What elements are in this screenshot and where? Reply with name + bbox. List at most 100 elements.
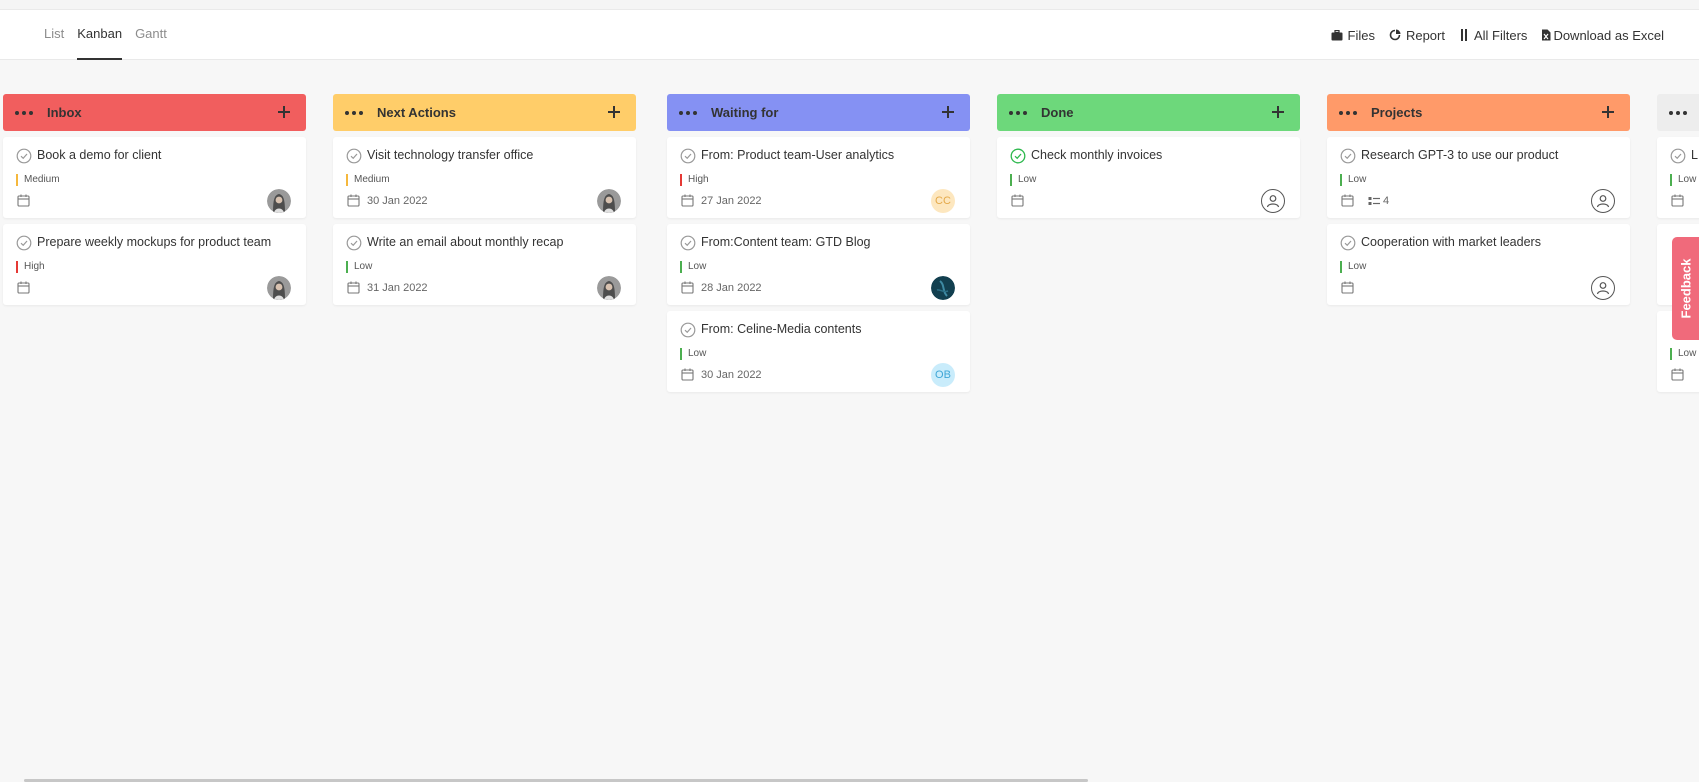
- toolbar-actions: Files Report All Filters Download as Exc…: [1317, 10, 1664, 60]
- calendar-icon[interactable]: [1011, 194, 1024, 207]
- card-title: Cooperation with market leaders: [1361, 235, 1541, 249]
- add-card-icon[interactable]: [275, 103, 293, 121]
- check-circle-icon[interactable]: [16, 148, 32, 164]
- calendar-icon[interactable]: [17, 281, 30, 294]
- calendar-icon[interactable]: [1671, 368, 1684, 381]
- card-title: From: Product team-User analytics: [701, 148, 895, 162]
- check-circle-icon[interactable]: [16, 235, 32, 251]
- subtask-count-value: 4: [1383, 194, 1390, 207]
- column-menu-icon[interactable]: [1339, 110, 1360, 115]
- card-title: Prepare weekly mockups for product team: [37, 235, 272, 249]
- column-header: Waiting for: [667, 94, 970, 131]
- user-placeholder-icon[interactable]: [1261, 189, 1285, 213]
- column-inbox: Inbox Book a demo for client Medium Prep…: [3, 94, 306, 305]
- add-card-icon[interactable]: [939, 103, 957, 121]
- card-title: L: [1691, 148, 1698, 162]
- calendar-icon[interactable]: [1341, 281, 1354, 294]
- add-card-icon[interactable]: [1599, 103, 1617, 121]
- task-card[interactable]: Research GPT-3 to use our product Low 4: [1327, 137, 1630, 218]
- card-footer: [17, 281, 37, 294]
- all-filters-button[interactable]: All Filters: [1459, 28, 1527, 43]
- task-card[interactable]: Write an email about monthly recap Low 3…: [333, 224, 636, 305]
- column-menu-icon[interactable]: [679, 110, 700, 115]
- card-title: From:Content team: GTD Blog: [701, 235, 871, 249]
- task-card[interactable]: Cooperation with market leaders Low: [1327, 224, 1630, 305]
- column-waiting-for: Waiting for From: Product team-User anal…: [667, 94, 970, 392]
- task-card[interactable]: Check monthly invoices Low: [997, 137, 1300, 218]
- column-menu-icon[interactable]: [1669, 110, 1690, 115]
- task-card[interactable]: Book a demo for client Medium: [3, 137, 306, 218]
- check-circle-icon[interactable]: [680, 235, 696, 251]
- calendar-icon[interactable]: [681, 281, 694, 294]
- card-title: Visit technology transfer office: [367, 148, 534, 162]
- priority-tag: Medium: [16, 174, 60, 186]
- priority-tag: Low: [1670, 174, 1696, 186]
- task-card[interactable]: Prepare weekly mockups for product team …: [3, 224, 306, 305]
- card-title: Research GPT-3 to use our product: [1361, 148, 1559, 162]
- subtask-list-icon: [1368, 196, 1380, 205]
- avatar[interactable]: [931, 276, 955, 300]
- column-title: Projects: [1371, 105, 1423, 120]
- toolbar: List Kanban Gantt Files Report All Filte…: [0, 10, 1699, 60]
- add-card-icon[interactable]: [1269, 103, 1287, 121]
- priority-tag: Low: [1670, 348, 1696, 360]
- subtask-count: 4: [1368, 195, 1389, 207]
- column-header: [1657, 94, 1699, 131]
- avatar-initials[interactable]: OB: [931, 363, 955, 387]
- calendar-icon[interactable]: [1671, 194, 1684, 207]
- tab-gantt[interactable]: Gantt: [135, 10, 167, 60]
- check-circle-icon[interactable]: [346, 235, 362, 251]
- check-circle-icon[interactable]: [680, 148, 696, 164]
- priority-tag: Medium: [346, 174, 390, 186]
- column-menu-icon[interactable]: [15, 110, 36, 115]
- card-footer: [1671, 194, 1691, 207]
- calendar-icon[interactable]: [347, 194, 360, 207]
- files-button[interactable]: Files: [1331, 28, 1375, 43]
- column-header: Inbox: [3, 94, 306, 131]
- download-excel-button[interactable]: Download as Excel: [1541, 28, 1664, 43]
- calendar-icon[interactable]: [681, 368, 694, 381]
- calendar-icon[interactable]: [681, 194, 694, 207]
- column-title: Next Actions: [377, 105, 456, 120]
- column-next-actions: Next Actions Visit technology transfer o…: [333, 94, 636, 305]
- calendar-icon[interactable]: [17, 194, 30, 207]
- download-excel-label: Download as Excel: [1553, 27, 1664, 43]
- avatar[interactable]: [267, 189, 291, 213]
- add-card-icon[interactable]: [605, 103, 623, 121]
- card-footer: 27 Jan 2022: [681, 194, 762, 207]
- check-circle-icon[interactable]: [1340, 148, 1356, 164]
- check-circle-icon[interactable]: [346, 148, 362, 164]
- card-title: From: Celine-Media contents: [701, 322, 862, 336]
- task-card[interactable]: Visit technology transfer office Medium …: [333, 137, 636, 218]
- column-menu-icon[interactable]: [345, 110, 366, 115]
- user-placeholder-icon[interactable]: [1591, 276, 1615, 300]
- report-button[interactable]: Report: [1389, 28, 1445, 43]
- priority-tag: Low: [1340, 174, 1366, 186]
- check-circle-done-icon[interactable]: [1010, 148, 1026, 164]
- report-label: Report: [1405, 27, 1445, 43]
- check-circle-icon[interactable]: [1670, 148, 1686, 164]
- column-menu-icon[interactable]: [1009, 110, 1030, 115]
- avatar[interactable]: [597, 276, 621, 300]
- user-placeholder-icon[interactable]: [1591, 189, 1615, 213]
- task-card[interactable]: From: Product team-User analytics High 2…: [667, 137, 970, 218]
- check-circle-icon[interactable]: [680, 322, 696, 338]
- feedback-button[interactable]: Feedback: [1672, 237, 1699, 340]
- avatar[interactable]: [597, 189, 621, 213]
- avatar[interactable]: [267, 276, 291, 300]
- due-date: 31 Jan 2022: [367, 281, 428, 294]
- column-title: Inbox: [47, 105, 82, 120]
- check-circle-icon[interactable]: [1340, 235, 1356, 251]
- task-card[interactable]: From:Content team: GTD Blog Low 28 Jan 2…: [667, 224, 970, 305]
- card-footer: 31 Jan 2022: [347, 281, 428, 294]
- column-projects: Projects Research GPT-3 to use our produ…: [1327, 94, 1630, 305]
- task-card[interactable]: From: Celine-Media contents Low 30 Jan 2…: [667, 311, 970, 392]
- tab-kanban[interactable]: Kanban: [77, 10, 123, 60]
- calendar-icon[interactable]: [1341, 194, 1354, 207]
- task-card[interactable]: L Low: [1657, 137, 1699, 218]
- priority-tag: Low: [1340, 261, 1366, 273]
- calendar-icon[interactable]: [347, 281, 360, 294]
- due-date: 27 Jan 2022: [701, 194, 762, 207]
- avatar-initials[interactable]: CC: [931, 189, 955, 213]
- tab-list[interactable]: List: [44, 10, 64, 60]
